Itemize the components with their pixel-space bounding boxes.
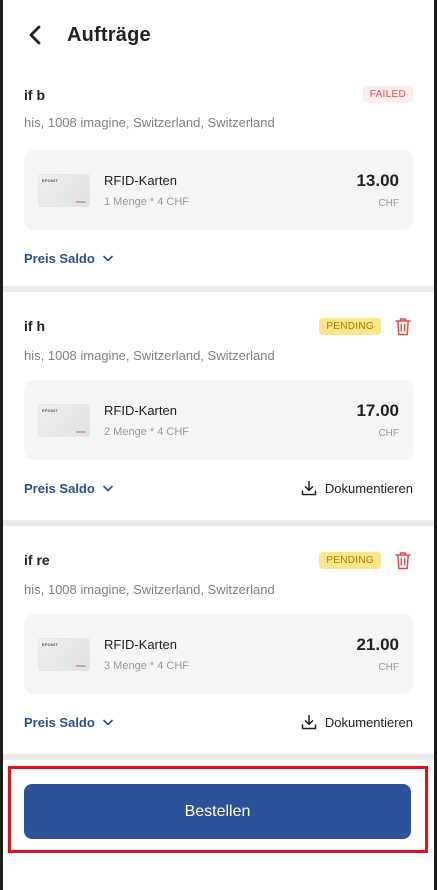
rfid-card-image: EFONIT	[38, 173, 90, 207]
rfid-card-image: EFONIT	[38, 637, 90, 671]
order-item[interactable]: EFONIT RFID-Karten 3 Menge * 4 CHF 21.00…	[24, 614, 413, 694]
price-balance-toggle[interactable]: Preis Saldo	[24, 251, 113, 266]
order-footer: Preis Saldo Dokumentieren	[24, 480, 413, 496]
status-badge: PENDING	[319, 551, 381, 569]
item-quantity: 2 Menge * 4 CHF	[104, 425, 189, 438]
item-currency: CHF	[378, 198, 399, 209]
price-balance-toggle[interactable]: Preis Saldo	[24, 481, 113, 496]
chevron-left-icon	[29, 25, 41, 45]
price-balance-label: Preis Saldo	[24, 714, 95, 730]
card-mark	[76, 664, 86, 667]
status-badge: PENDING	[319, 317, 381, 335]
order-name: if h	[24, 318, 45, 334]
order-submit-button[interactable]: Bestellen	[24, 784, 411, 839]
order-actions: PENDING	[319, 316, 413, 336]
order-card: if re PENDING his, 1008 imagine, Switzer…	[3, 526, 434, 754]
item-name: RFID-Karten	[104, 172, 177, 188]
status-badge: FAILED	[362, 86, 413, 103]
item-quantity: 3 Menge * 4 CHF	[104, 659, 189, 672]
order-actions: FAILED	[362, 86, 413, 103]
item-currency: CHF	[378, 428, 399, 439]
item-info: RFID-Karten 1 Menge * 4 CHF	[104, 173, 356, 208]
chevron-down-icon	[103, 719, 113, 725]
document-label: Dokumentieren	[324, 714, 413, 730]
document-button[interactable]: Dokumentieren	[301, 480, 413, 496]
order-header: if h PENDING	[24, 316, 413, 336]
order-header: if b FAILED	[24, 86, 413, 103]
order-actions: PENDING	[319, 550, 413, 570]
item-price: 13.00	[356, 171, 399, 190]
page-title: Aufträge	[67, 23, 151, 46]
item-price-block: 13.00 CHF	[356, 171, 399, 209]
order-name: if re	[24, 552, 50, 568]
item-price-block: 21.00 CHF	[356, 635, 399, 673]
document-label: Dokumentieren	[324, 480, 413, 496]
order-header: if re PENDING	[24, 550, 413, 570]
item-name: RFID-Karten	[104, 636, 177, 652]
order-card: if b FAILED his, 1008 imagine, Switzerla…	[3, 70, 434, 286]
item-quantity: 1 Menge * 4 CHF	[104, 195, 189, 208]
item-currency: CHF	[378, 662, 399, 673]
card-logo: EFONIT	[42, 177, 58, 183]
order-address: his, 1008 imagine, Switzerland, Switzerl…	[24, 348, 275, 363]
price-balance-label: Preis Saldo	[24, 251, 95, 266]
section-divider	[3, 754, 434, 760]
item-price: 17.00	[356, 401, 399, 420]
item-info: RFID-Karten 3 Menge * 4 CHF	[104, 637, 356, 672]
trash-icon	[395, 551, 411, 569]
delete-button[interactable]	[393, 316, 413, 336]
order-item[interactable]: EFONIT RFID-Karten 2 Menge * 4 CHF 17.00…	[24, 380, 413, 460]
item-name: RFID-Karten	[104, 402, 177, 418]
app-header: Aufträge	[3, 0, 434, 70]
document-button[interactable]: Dokumentieren	[301, 714, 413, 730]
item-price-block: 17.00 CHF	[356, 401, 399, 439]
order-footer: Preis Saldo Dokumentieren	[24, 714, 413, 730]
card-logo: EFONIT	[42, 641, 58, 647]
chevron-down-icon	[103, 485, 113, 491]
order-card: if h PENDING his, 1008 imagine, Switzerl…	[3, 292, 434, 520]
card-logo: EFONIT	[42, 407, 58, 413]
download-icon	[301, 480, 317, 496]
item-info: RFID-Karten 2 Menge * 4 CHF	[104, 403, 356, 438]
download-icon	[301, 714, 317, 730]
card-mark	[76, 430, 86, 433]
order-address: his, 1008 imagine, Switzerland, Switzerl…	[24, 115, 275, 130]
card-mark	[76, 200, 86, 203]
rfid-card-image: EFONIT	[38, 403, 90, 437]
order-item[interactable]: EFONIT RFID-Karten 1 Menge * 4 CHF 13.00…	[24, 150, 413, 230]
trash-icon	[395, 317, 411, 335]
chevron-down-icon	[103, 255, 113, 262]
item-price: 21.00	[356, 635, 399, 654]
order-footer: Preis Saldo	[24, 251, 413, 266]
order-name: if b	[24, 86, 45, 103]
phone-screen: Aufträge if b FAILED his, 1008 imagine, …	[3, 0, 434, 890]
back-button[interactable]	[21, 21, 49, 49]
delete-button[interactable]	[393, 550, 413, 570]
order-address: his, 1008 imagine, Switzerland, Switzerl…	[24, 582, 275, 597]
price-balance-label: Preis Saldo	[24, 480, 95, 496]
price-balance-toggle[interactable]: Preis Saldo	[24, 715, 113, 730]
